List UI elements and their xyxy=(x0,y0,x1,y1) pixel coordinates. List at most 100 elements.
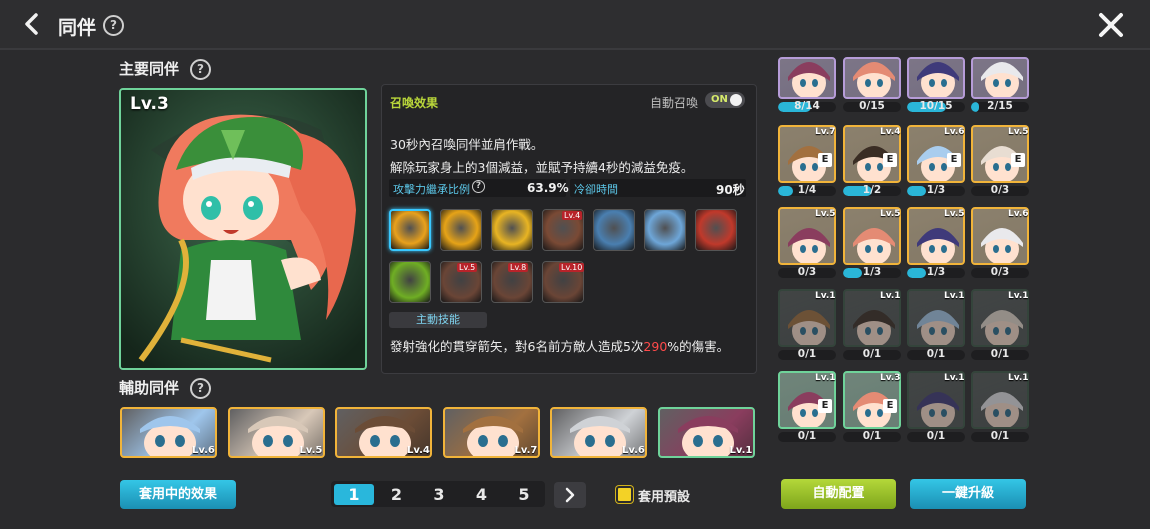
main-companion-title: 主要同伴 xyxy=(119,60,180,78)
companion-card-level: Lv.1 xyxy=(944,373,965,383)
page-title: 同伴 xyxy=(58,17,97,39)
companion-card[interactable] xyxy=(971,57,1029,99)
gold-swirl-skill-icon[interactable] xyxy=(440,209,482,251)
chevron-right-icon xyxy=(565,487,575,503)
companion-card-level: Lv.1 xyxy=(1008,291,1029,301)
summon-gate-skill-icon[interactable] xyxy=(644,209,686,251)
companion-progress-text: 0/1 xyxy=(862,430,882,442)
next-page-button[interactable] xyxy=(554,482,586,508)
equipped-badge: E xyxy=(947,153,961,167)
equipped-badge: E xyxy=(883,153,897,167)
companion-progress-text: 0/1 xyxy=(797,430,817,442)
support-companion-level: Lv.5 xyxy=(299,445,323,456)
main-companion-help-icon[interactable]: ? xyxy=(190,59,211,80)
support-companion-level: Lv.1 xyxy=(729,445,753,456)
companion-card-level: Lv.3 xyxy=(880,373,901,383)
companion-face-icon xyxy=(780,59,834,97)
companion-face-icon xyxy=(973,59,1027,97)
companion-progress-text: 8/14 xyxy=(794,100,820,112)
preset-page-2[interactable]: 2 xyxy=(377,484,417,505)
active-skill-desc: 發射強化的貫穿箭矢，對6名前方敵人造成5次290%的傷害。 xyxy=(390,336,729,355)
companion-progress-text: 0/1 xyxy=(990,430,1010,442)
companion-card-level: Lv.5 xyxy=(880,209,901,219)
preset-page-1[interactable]: 1 xyxy=(334,484,374,505)
fist-impact-skill-icon[interactable] xyxy=(593,209,635,251)
companion-card-level: Lv.5 xyxy=(944,209,965,219)
companion-progress-text: 0/3 xyxy=(990,184,1010,196)
companion-progress-text: 0/1 xyxy=(926,430,946,442)
effect-desc-line2: 解除玩家身上的3個減益，並賦予持續4秒的減益免疫。 xyxy=(390,160,694,175)
title-help-icon[interactable]: ? xyxy=(103,15,124,36)
support-companion-level: Lv.6 xyxy=(192,445,215,456)
companion-progress-text: 1/3 xyxy=(926,266,946,278)
companion-progress-text: 0/1 xyxy=(926,348,946,360)
preset-page-3[interactable]: 3 xyxy=(419,484,459,505)
preset-page-5[interactable]: 5 xyxy=(504,484,544,505)
companion-card-level: Lv.1 xyxy=(815,291,836,301)
active-effect-button[interactable]: 套用中的效果 xyxy=(120,480,236,509)
companion-face-icon xyxy=(909,59,963,97)
apply-preset-label: 套用預設 xyxy=(638,490,691,505)
companion-progress-text: 0/3 xyxy=(990,266,1010,278)
upgrade-all-button[interactable]: 一鍵升級 xyxy=(910,479,1026,509)
attack-inherit-value: 63.9% xyxy=(527,181,569,195)
support-companion-level: Lv.7 xyxy=(514,445,538,456)
skill-level-badge: Lv.4 xyxy=(562,211,583,220)
main-companion-level: Lv.3 xyxy=(130,94,169,114)
companion-card-level: Lv.7 xyxy=(815,127,836,137)
companion-card-level: Lv.1 xyxy=(815,373,836,383)
companion-card-level: Lv.6 xyxy=(944,127,965,137)
companion-card[interactable] xyxy=(907,57,965,99)
equipped-badge: E xyxy=(1011,153,1025,167)
companion-progress-text: 1/3 xyxy=(862,266,882,278)
top-bar xyxy=(0,0,1150,50)
green-arrow-skill-icon[interactable] xyxy=(389,261,431,303)
apply-preset-checkbox[interactable] xyxy=(616,486,633,503)
companion-card-level: Lv.1 xyxy=(880,291,901,301)
companion-progress-text: 0/3 xyxy=(797,266,817,278)
active-skill-tab[interactable]: 主動技能 xyxy=(389,312,487,328)
equipped-badge: E xyxy=(818,153,832,167)
auto-summon-toggle-state: ON xyxy=(711,94,728,105)
companion-card-level: Lv.5 xyxy=(815,209,836,219)
companion-progress-text: 0/1 xyxy=(797,348,817,360)
cooldown-label: 冷卻時間 xyxy=(574,183,618,196)
skill-level-badge: Lv.10 xyxy=(559,263,585,272)
gold-cross-skill-icon[interactable] xyxy=(389,209,431,251)
companion-progress-text: 1/3 xyxy=(926,184,946,196)
companion-progress-text: 2/15 xyxy=(987,100,1013,112)
companion-card[interactable] xyxy=(843,57,901,99)
companion-card[interactable] xyxy=(778,57,836,99)
companion-progress-text: 1/4 xyxy=(797,184,817,196)
active-desc-percent: 290 xyxy=(643,339,668,354)
attack-inherit-help-icon[interactable]: ? xyxy=(472,180,485,193)
companion-face-icon xyxy=(845,59,899,97)
archer-character-portrait xyxy=(121,90,365,368)
companion-card-level: Lv.1 xyxy=(944,291,965,301)
main-companion-portrait[interactable] xyxy=(119,88,367,370)
gold-burst-skill-icon[interactable] xyxy=(491,209,533,251)
support-companion-level: Lv.6 xyxy=(622,445,645,456)
companion-card-level: Lv.6 xyxy=(1008,209,1029,219)
back-arrow-icon[interactable] xyxy=(22,12,42,36)
auto-summon-label: 自動召喚 xyxy=(650,96,699,110)
support-companion-level: Lv.4 xyxy=(407,445,430,456)
cooldown-value: 90秒 xyxy=(716,183,745,197)
heal-shield-skill-icon[interactable] xyxy=(695,209,737,251)
companion-card-level: Lv.4 xyxy=(880,127,901,137)
active-desc-text: 發射強化的貫穿箭矢，對6名前方敵人造成5次 xyxy=(390,339,644,354)
companion-card-level: Lv.1 xyxy=(1008,373,1029,383)
support-companion-help-icon[interactable]: ? xyxy=(190,378,211,399)
effect-desc-line1: 30秒內召喚同伴並肩作戰。 xyxy=(390,137,544,152)
preset-page-4[interactable]: 4 xyxy=(462,484,502,505)
attack-inherit-label: 攻擊力繼承比例 xyxy=(393,183,470,196)
close-icon[interactable] xyxy=(1098,12,1124,38)
equipped-badge: E xyxy=(818,399,832,413)
summon-effect-label: 召喚效果 xyxy=(390,96,439,110)
skill-level-badge: Lv.5 xyxy=(457,263,478,272)
auto-config-button[interactable]: 自動配置 xyxy=(781,479,896,509)
support-companion-title: 輔助同伴 xyxy=(119,379,180,397)
companion-progress-text: 10/15 xyxy=(919,100,953,112)
companion-progress-text: 0/1 xyxy=(862,348,882,360)
active-desc-text-end: %的傷害。 xyxy=(667,339,730,354)
